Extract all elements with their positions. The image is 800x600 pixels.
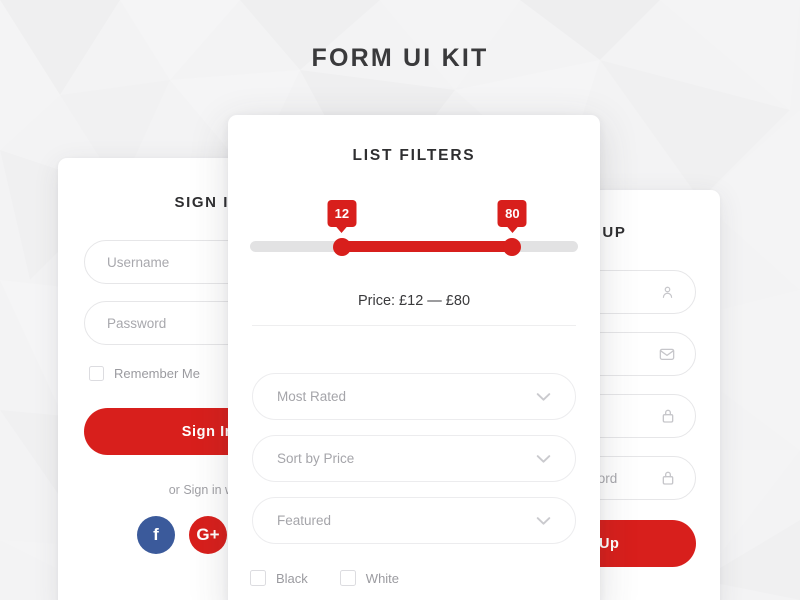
- dropdown-sort-by-price[interactable]: Sort by Price: [252, 435, 576, 482]
- remember-me-row[interactable]: Remember Me: [89, 366, 200, 381]
- slider-tooltip-max: 80: [497, 200, 527, 227]
- user-icon: [660, 285, 675, 300]
- color-filter-group: Black White: [250, 570, 399, 586]
- chevron-down-icon: [536, 454, 551, 463]
- page-title: FORM UI KIT: [311, 44, 489, 72]
- chevron-down-icon: [536, 392, 551, 401]
- price-range-slider[interactable]: 12 80: [250, 200, 578, 256]
- dropdown-most-rated[interactable]: Most Rated: [252, 373, 576, 420]
- black-checkbox[interactable]: [250, 570, 266, 586]
- white-label: White: [365, 570, 400, 586]
- dropdown-most-rated-label: Most Rated: [277, 389, 347, 404]
- remember-me-checkbox[interactable]: [89, 366, 104, 381]
- filters-heading: LIST FILTERS: [352, 147, 476, 164]
- slider-tooltip-min: 12: [327, 200, 357, 227]
- price-range-label: Price: £12 — £80: [357, 293, 471, 309]
- slider-selected-range: [341, 241, 513, 252]
- color-option-white[interactable]: White: [339, 570, 400, 586]
- section-divider: [252, 325, 576, 326]
- filters-card: LIST FILTERS 12 80 Price: £12 — £80 Most…: [228, 115, 600, 600]
- black-label: Black: [276, 570, 308, 586]
- color-option-black[interactable]: Black: [250, 570, 308, 586]
- lock-icon: [661, 470, 675, 486]
- dropdown-sort-by-price-label: Sort by Price: [277, 451, 355, 466]
- google-plus-icon[interactable]: G+: [189, 516, 227, 554]
- facebook-icon[interactable]: f: [137, 516, 175, 554]
- username-placeholder: Username: [107, 254, 170, 270]
- remember-me-label: Remember Me: [114, 366, 200, 381]
- slider-handle-max[interactable]: [503, 238, 522, 256]
- slider-handle-min[interactable]: [332, 238, 351, 256]
- dropdown-featured-label: Featured: [277, 513, 332, 528]
- password-placeholder: Password: [107, 315, 167, 331]
- lock-icon: [661, 408, 675, 424]
- chevron-down-icon: [536, 516, 551, 525]
- mail-icon: [659, 347, 675, 361]
- dropdown-featured[interactable]: Featured: [252, 497, 576, 544]
- white-checkbox[interactable]: [339, 570, 356, 586]
